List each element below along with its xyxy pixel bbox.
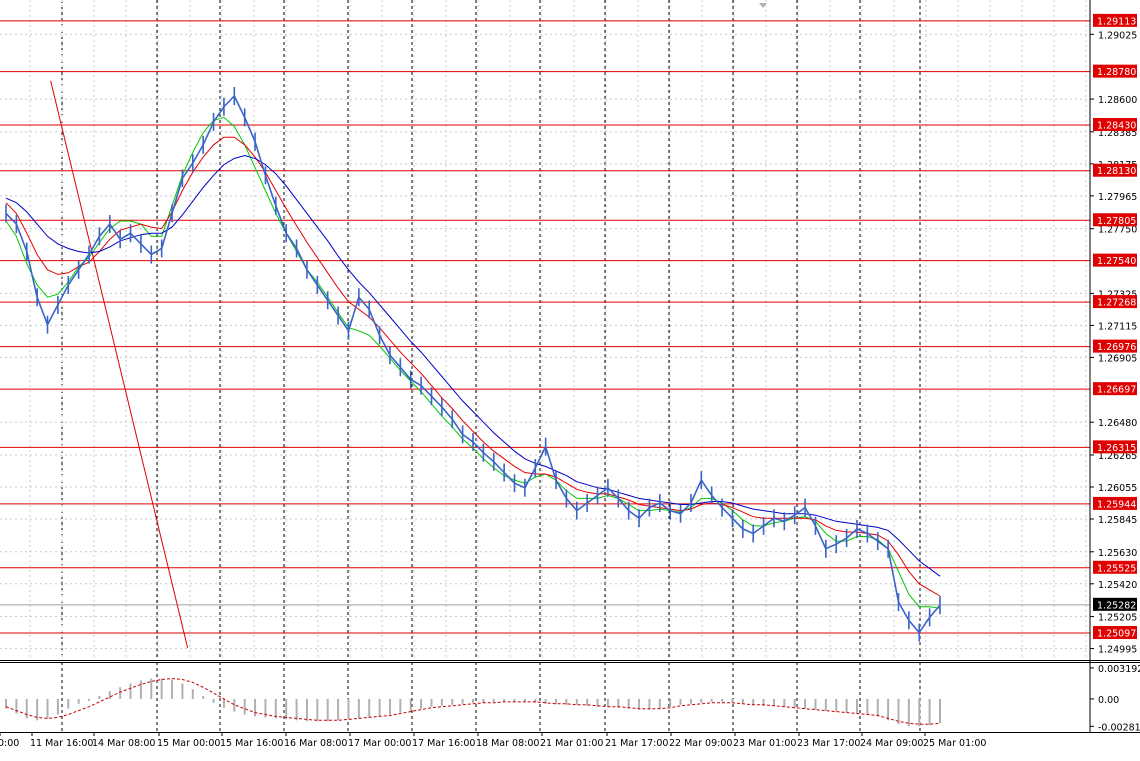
time-tick-label: 23 Mar 01:00 <box>733 738 796 749</box>
price-axis[interactable]: 1.290251.286001.283851.281751.279651.277… <box>1090 13 1137 656</box>
time-tick-label: 24 Mar 09:00 <box>860 738 923 749</box>
time-tick-label: 15 Mar 00:00 <box>157 738 220 749</box>
price-tick-label: 1.26905 <box>1098 353 1137 364</box>
time-tick-label: 17 Mar 00:00 <box>348 738 411 749</box>
price-tick-label: 1.24995 <box>1098 645 1137 656</box>
price-tick-label: 1.27965 <box>1098 192 1137 203</box>
price-tick-label: 1.28600 <box>1098 95 1137 106</box>
level-badge-label: 1.27268 <box>1097 298 1136 309</box>
price-tick-label: 1.26480 <box>1098 418 1137 429</box>
forex-chart[interactable]: 1.290251.286001.283851.281751.279651.277… <box>0 0 1140 757</box>
trendline[interactable] <box>50 80 189 648</box>
level-badge-label: 1.28130 <box>1097 166 1136 177</box>
price-tick-label: 1.26055 <box>1098 483 1137 494</box>
ma-mid-line <box>5 136 941 597</box>
level-badge-label: 1.27540 <box>1097 256 1136 267</box>
price-tick-label: 1.25845 <box>1098 515 1137 526</box>
time-axis[interactable]: 0:00 11 Mar 16:0014 Mar 08:00 15 Mar 00:00… <box>0 732 986 749</box>
time-tick-label: 0:00 <box>0 738 19 749</box>
current-price-label: 1.25282 <box>1097 600 1136 611</box>
price-tick-label: 1.25420 <box>1098 580 1137 591</box>
time-tick-label: 16 Mar 08:00 <box>284 738 347 749</box>
osc-tick-label: -0.002817 <box>1098 722 1140 733</box>
price-tick-label: 1.29025 <box>1098 30 1137 41</box>
ma-fast-line <box>5 116 941 609</box>
level-badge-label: 1.25097 <box>1097 629 1136 640</box>
time-tick-label: 14 Mar 08:00 <box>92 738 155 749</box>
ma-slow-line <box>5 154 941 577</box>
price-tick-label: 1.25630 <box>1098 548 1137 559</box>
level-badge-label: 1.25525 <box>1097 563 1136 574</box>
time-tick-label: 17 Mar 16:00 <box>412 738 475 749</box>
level-badge-label: 1.28430 <box>1097 120 1136 131</box>
price-tick-label: 1.27115 <box>1098 321 1137 332</box>
chart-canvas[interactable]: 1.290251.286001.283851.281751.279651.277… <box>0 0 1140 757</box>
trendline-layer[interactable] <box>50 80 189 648</box>
level-badge-label: 1.26315 <box>1097 443 1136 454</box>
level-badge-label: 1.26697 <box>1097 385 1136 396</box>
price-series <box>5 87 941 642</box>
time-tick-label: 22 Mar 09:00 <box>669 738 732 749</box>
time-tick-label: 15 Mar 16:00 <box>220 738 283 749</box>
time-tick-label: 25 Mar 01:00 <box>923 738 986 749</box>
osc-tick-label: 0.00 <box>1098 695 1119 706</box>
moving-averages <box>5 116 941 609</box>
time-tick-label: 23 Mar 17:00 <box>797 738 860 749</box>
level-badge-label: 1.29113 <box>1097 16 1136 27</box>
time-tick-label: 18 Mar 08:00 <box>476 738 539 749</box>
oscillator-panel <box>5 677 941 727</box>
level-badge-label: 1.25944 <box>1097 499 1136 510</box>
oscillator-axis: 0.003192 0.00 -0.002817 <box>1090 664 1140 733</box>
chart-frame <box>0 0 1140 733</box>
time-tick-label: 21 Mar 01:00 <box>540 738 603 749</box>
osc-tick-label: 0.003192 <box>1098 664 1140 675</box>
time-tick-label: 21 Mar 17:00 <box>605 738 668 749</box>
price-tick-label: 1.25205 <box>1098 613 1137 624</box>
time-tick-label: 11 Mar 16:00 <box>30 738 93 749</box>
level-badge-label: 1.28780 <box>1097 67 1136 78</box>
level-badge-label: 1.27805 <box>1097 216 1136 227</box>
vertical-gridlines <box>29 0 1087 732</box>
level-badge-label: 1.26976 <box>1097 342 1136 353</box>
